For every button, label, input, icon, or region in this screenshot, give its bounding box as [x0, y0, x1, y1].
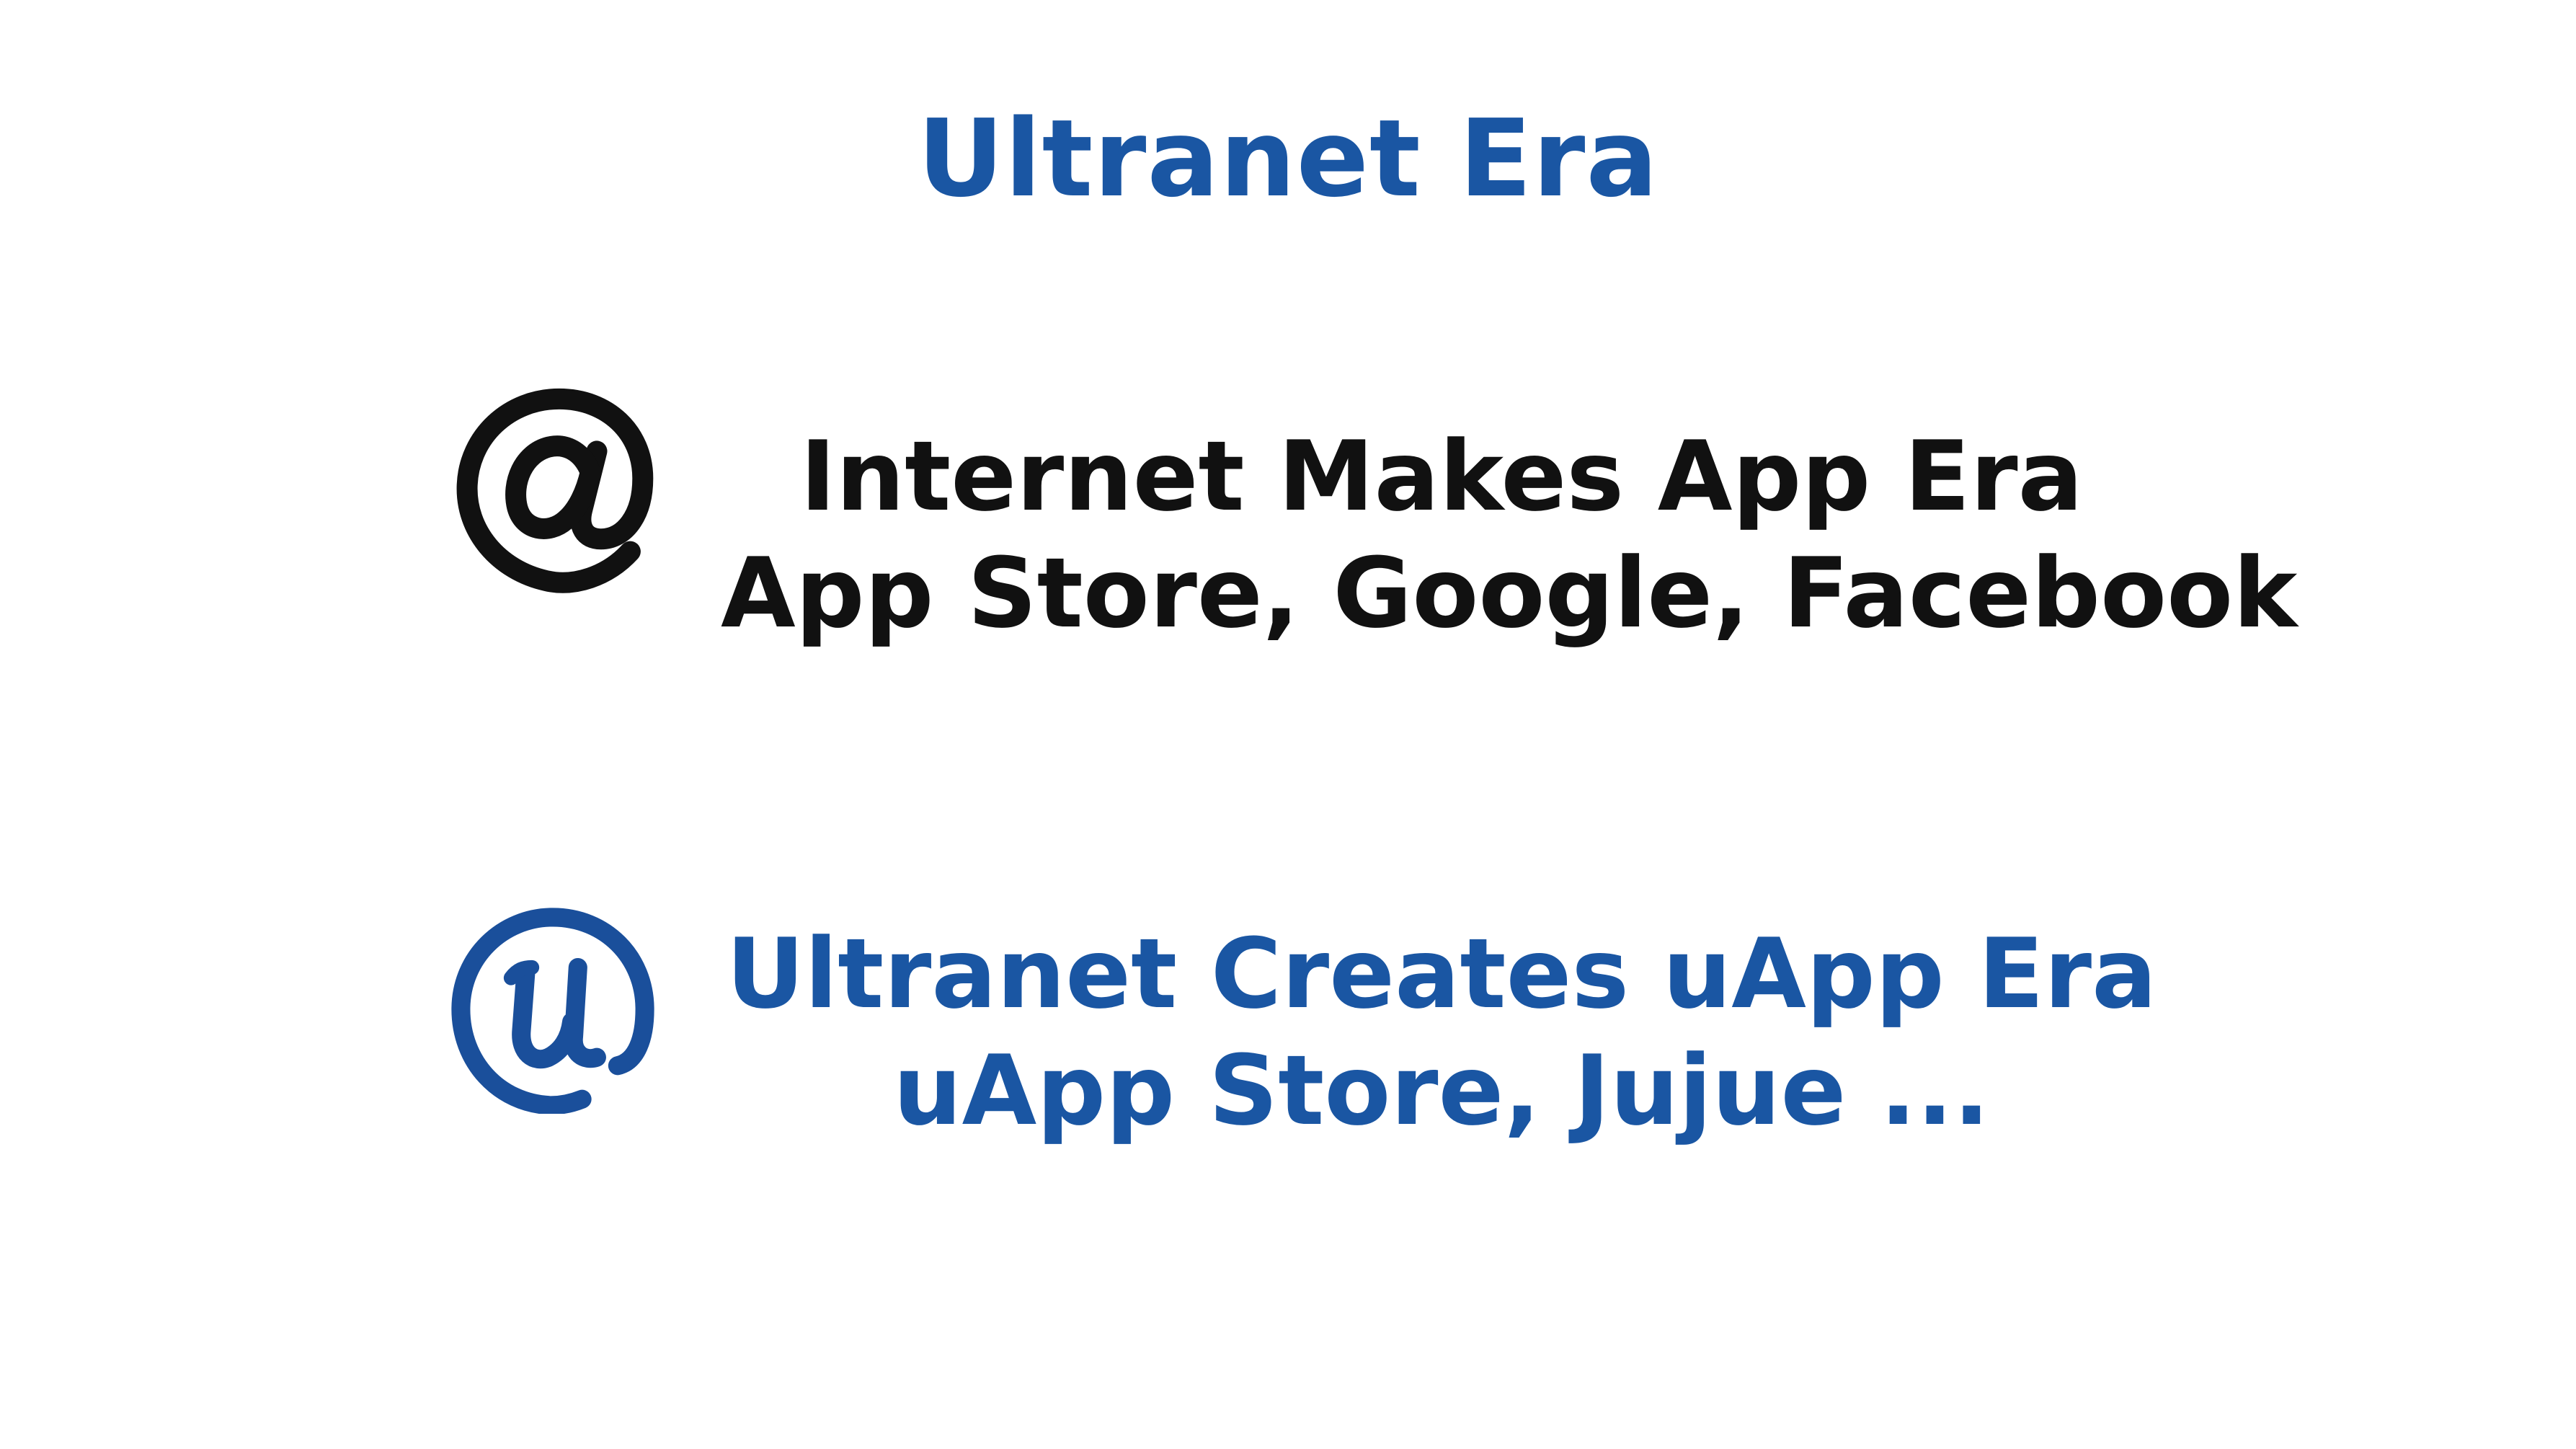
internet-era-text: Internet Makes App Era App Store, Google…	[721, 418, 2298, 652]
internet-line-2: App Store, Google, Facebook	[721, 537, 2298, 650]
ultranet-era-text: Ultranet Creates uApp Era uApp Store, Ju…	[721, 916, 2162, 1149]
slide-title: Ultranet Era	[917, 97, 1659, 221]
ultranet-line-1: Ultranet Creates uApp Era	[726, 918, 2157, 1030]
slide: Ultranet Era Internet Makes App Era App …	[0, 0, 2576, 1449]
ultranet-line-2: uApp Store, Jujue ...	[893, 1034, 1990, 1147]
internet-line-1: Internet Makes App Era	[799, 420, 2084, 533]
at-sign-icon	[450, 386, 659, 595]
u-at-sign-icon	[448, 905, 657, 1114]
